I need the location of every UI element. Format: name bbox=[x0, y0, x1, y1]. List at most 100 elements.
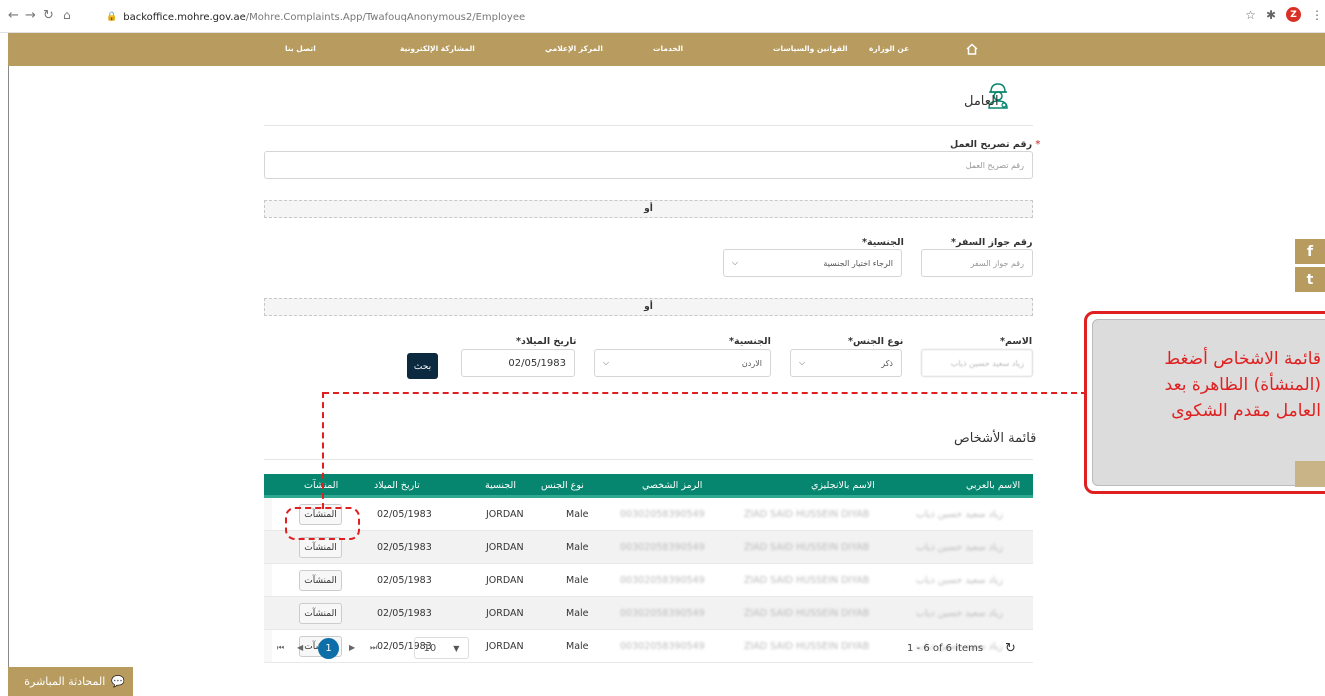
cell-uid: 00302058390549 bbox=[620, 575, 705, 586]
first-page-icon[interactable]: ⏮ bbox=[277, 643, 284, 653]
reload-icon[interactable]: ↻ bbox=[43, 8, 54, 23]
cell-name-en: ZIAD SAID HUSSEIN DIYAB bbox=[744, 542, 870, 553]
back-icon[interactable]: ← bbox=[8, 8, 19, 23]
refresh-icon[interactable]: ↻ bbox=[1005, 641, 1016, 656]
col-name-en[interactable]: الاسم بالانجليزي bbox=[811, 480, 875, 491]
cell-name-en: ZIAD SAID HUSSEIN DIYAB bbox=[744, 509, 870, 520]
cell-uid: 00302058390549 bbox=[620, 509, 705, 520]
menu-icon[interactable]: ⋮ bbox=[1311, 8, 1323, 22]
grid-header: الاسم بالعربي الاسم بالانجليزي الرمز الش… bbox=[264, 474, 1033, 498]
last-page-icon[interactable]: ⏭ bbox=[370, 643, 377, 653]
nav-item-media[interactable]: المركز الإعلامي bbox=[545, 44, 603, 53]
live-chat-button[interactable]: 💬 المحادثة المباشرة bbox=[8, 667, 133, 696]
next-page-icon[interactable]: ▶ bbox=[349, 643, 355, 652]
gender-select[interactable]: ذكر ⌵ bbox=[790, 349, 902, 377]
nav-item-services[interactable]: الخدمات bbox=[653, 44, 683, 53]
divider bbox=[264, 125, 1033, 126]
cell-dob: 02/05/1983 bbox=[377, 608, 432, 619]
prev-page-icon[interactable]: ◀ bbox=[297, 643, 303, 652]
table-row: زياد سعيد حسين ذياب ZIAD SAID HUSSEIN DI… bbox=[264, 597, 1033, 630]
twitter-icon[interactable]: t bbox=[1295, 267, 1325, 292]
cell-name-ar: زياد سعيد حسين ذياب bbox=[916, 575, 1003, 586]
browser-toolbar: ← → ↻ ⌂ 🔒 backoffice.mohre.gov.ae /Mohre… bbox=[0, 0, 1325, 33]
cell-gender: Male bbox=[566, 575, 589, 586]
cell-gender: Male bbox=[566, 542, 589, 553]
cell-dob: 02/05/1983 bbox=[377, 509, 432, 520]
list-title: قائمة الأشخاص bbox=[954, 431, 1037, 446]
dob-input[interactable]: 02/05/1983 bbox=[461, 349, 575, 377]
nationality-select[interactable]: الرجاء اختيار الجنسية ⌵ bbox=[723, 249, 902, 277]
dob-label: تاريخ الميلاد* bbox=[516, 336, 577, 347]
name-input[interactable]: زياد سعيد حسين ذياب bbox=[921, 349, 1033, 377]
grid-pager: ⏮ ◀ 1 ▶ ⏭ 10 ▼ 1 - 6 of 6 items ↻ bbox=[264, 637, 1033, 661]
col-uid[interactable]: الرمز الشخصي bbox=[642, 480, 702, 491]
cell-nationality: JORDAN bbox=[486, 542, 524, 553]
star-icon[interactable]: ☆ bbox=[1245, 8, 1256, 22]
cell-gender: Male bbox=[566, 509, 589, 520]
col-nationality[interactable]: الجنسية bbox=[485, 480, 516, 491]
chat-icon: 💬 bbox=[111, 675, 125, 688]
home-icon[interactable] bbox=[965, 42, 979, 56]
name-label: الاسم* bbox=[1000, 336, 1033, 347]
highlight-box bbox=[285, 507, 360, 540]
chevron-down-icon: ⌵ bbox=[732, 258, 739, 267]
table-row: زياد سعيد حسين ذياب ZIAD SAID HUSSEIN DI… bbox=[264, 531, 1033, 564]
establishments-button[interactable]: المنشآت bbox=[299, 537, 342, 558]
cell-name-ar: زياد سعيد حسين ذياب bbox=[916, 509, 1003, 520]
nationality-placeholder: الرجاء اختيار الجنسية bbox=[823, 258, 893, 268]
cell-uid: 00302058390549 bbox=[620, 542, 705, 553]
callout-line-1: قائمة الاشخاص أضغط bbox=[1164, 349, 1321, 369]
table-row: زياد سعيد حسين ذياب ZIAD SAID HUSSEIN DI… bbox=[264, 498, 1033, 531]
passport-label: رقم جواز السفر* bbox=[951, 237, 1033, 248]
lock-icon: 🔒 bbox=[106, 12, 118, 22]
permit-input[interactable]: رقم تصريح العمل bbox=[264, 151, 1033, 179]
nationality2-value: الاردن bbox=[741, 358, 762, 368]
divider bbox=[264, 459, 1033, 460]
callout-box: قائمة الاشخاص أضغط (المنشأة) الظاهرة بعد… bbox=[1084, 311, 1325, 494]
cell-name-ar: زياد سعيد حسين ذياب bbox=[916, 608, 1003, 619]
nav-item-laws[interactable]: القوانين والسياسات bbox=[773, 44, 848, 53]
cell-nationality: JORDAN bbox=[486, 509, 524, 520]
page-current[interactable]: 1 bbox=[318, 638, 339, 659]
extensions-icon[interactable]: ✱ bbox=[1266, 8, 1276, 22]
table-row: زياد سعيد حسين ذياب ZIAD SAID HUSSEIN DI… bbox=[264, 564, 1033, 597]
nationality2-select[interactable]: الاردن ⌵ bbox=[594, 349, 771, 377]
permit-label: * رقم تصريح العمل bbox=[950, 139, 1041, 150]
nav-item-about[interactable]: عن الوزارة bbox=[869, 44, 909, 53]
or-divider-2: أو bbox=[264, 298, 1033, 316]
col-dob[interactable]: تاريخ الميلاد bbox=[374, 480, 420, 491]
social-more-icon[interactable] bbox=[1295, 461, 1325, 487]
chevron-down-icon: ⌵ bbox=[603, 358, 610, 367]
nationality2-label: الجنسية* bbox=[729, 336, 771, 347]
persons-grid: الاسم بالعربي الاسم بالانجليزي الرمز الش… bbox=[264, 474, 1033, 663]
passport-input[interactable]: رقم جواز السفر bbox=[921, 249, 1033, 277]
cell-name-ar: زياد سعيد حسين ذياب bbox=[916, 542, 1003, 553]
callout-connector-vertical bbox=[322, 392, 324, 509]
page-size-select[interactable]: 10 ▼ bbox=[414, 637, 469, 659]
cell-name-en: ZIAD SAID HUSSEIN DIYAB bbox=[744, 575, 870, 586]
profile-avatar[interactable]: Z bbox=[1286, 7, 1301, 22]
cell-uid: 00302058390549 bbox=[620, 608, 705, 619]
col-name-ar[interactable]: الاسم بالعربي bbox=[966, 480, 1020, 491]
url-domain: backoffice.mohre.gov.ae bbox=[123, 11, 246, 23]
facebook-icon[interactable]: f bbox=[1295, 239, 1325, 264]
address-bar[interactable]: 🔒 backoffice.mohre.gov.ae /Mohre.Complai… bbox=[106, 6, 525, 28]
gender-label: نوع الجنس* bbox=[848, 336, 904, 347]
section-title: العامل bbox=[964, 94, 999, 109]
establishments-button[interactable]: المنشآت bbox=[299, 570, 342, 591]
main-navigation: عن الوزارة القوانين والسياسات الخدمات ال… bbox=[8, 33, 1325, 66]
nationality-label: الجنسية* bbox=[862, 237, 904, 248]
search-button[interactable]: بحث bbox=[407, 353, 438, 379]
establishments-button[interactable]: المنشآت bbox=[299, 603, 342, 624]
home-browser-icon[interactable]: ⌂ bbox=[63, 8, 71, 22]
cell-nationality: JORDAN bbox=[486, 575, 524, 586]
cell-dob: 02/05/1983 bbox=[377, 575, 432, 586]
col-gender[interactable]: نوع الجنس bbox=[541, 480, 584, 491]
page-size-value: 10 bbox=[423, 642, 437, 654]
url-path: /Mohre.Complaints.App/TwafouqAnonymous2/… bbox=[245, 11, 526, 23]
cell-gender: Male bbox=[566, 608, 589, 619]
forward-icon[interactable]: → bbox=[25, 8, 36, 23]
nav-item-contact[interactable]: اتصل بنا bbox=[285, 44, 316, 53]
callout-line-2: (المنشأة) الظاهرة بعد bbox=[1164, 375, 1321, 395]
nav-item-eparticipation[interactable]: المشاركة الإلكترونية bbox=[400, 44, 475, 53]
